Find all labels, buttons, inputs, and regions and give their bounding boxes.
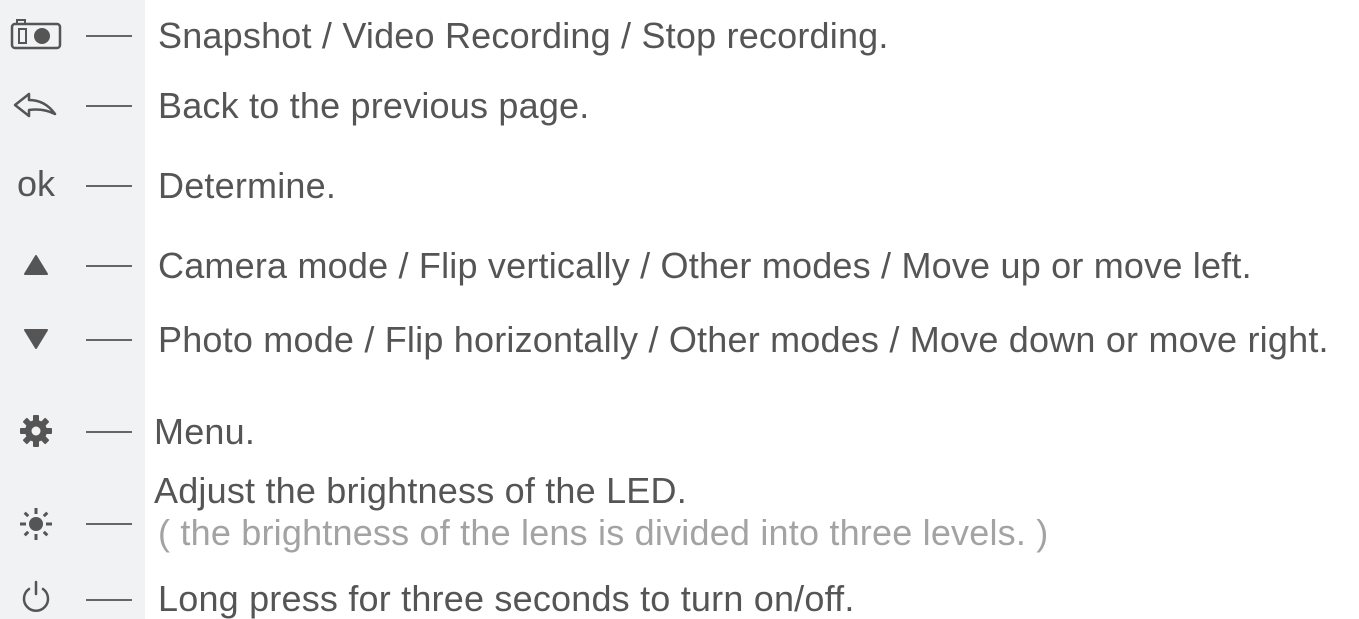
separator-dash [86,35,132,37]
separator-dash [86,185,132,187]
separator-dash [86,523,132,525]
gear-icon [8,414,64,448]
legend-label: Snapshot / Video Recording / Stop record… [158,15,889,56]
separator-dash [86,105,132,107]
legend-label: Camera mode / Flip vertically / Other mo… [158,245,1252,286]
legend-row-power: Long press for three seconds to turn on/… [0,576,1359,619]
legend-row-up: Camera mode / Flip vertically / Other mo… [0,240,1359,290]
separator-dash [86,599,132,601]
ok-icon-label: ok [16,163,56,204]
separator-dash [86,431,132,433]
legend-label: Back to the previous page. [158,85,590,126]
brightness-icon [8,506,64,542]
legend-label: Adjust the brightness of the LED. [154,470,687,511]
legend-row-ok: ok Determine. [0,160,1359,210]
legend-row-back: Back to the previous page. [0,80,1359,130]
legend-label: Long press for three seconds to turn on/… [158,578,855,619]
separator-dash [86,265,132,267]
legend-row-menu: Menu. [0,406,1359,456]
ok-icon: ok [8,163,64,204]
triangle-up-icon [8,248,64,282]
legend-row-snapshot: Snapshot / Video Recording / Stop record… [0,10,1359,60]
triangle-down-icon [8,322,64,356]
legend-row-down: Photo mode / Flip horizontally / Other m… [0,314,1359,364]
power-icon [8,580,64,616]
legend-row-brightness: Adjust the brightness of the LED. ( the … [0,470,1359,566]
legend-label: Menu. [154,411,256,452]
separator-dash [86,339,132,341]
legend-label: Determine. [158,165,337,206]
legend-sublabel: ( the brightness of the lens is divided … [158,512,1049,553]
back-arrow-icon [8,88,64,122]
legend-label: Photo mode / Flip horizontally / Other m… [158,319,1329,360]
camera-record-icon [8,18,64,52]
legend-page: Snapshot / Video Recording / Stop record… [0,0,1359,619]
